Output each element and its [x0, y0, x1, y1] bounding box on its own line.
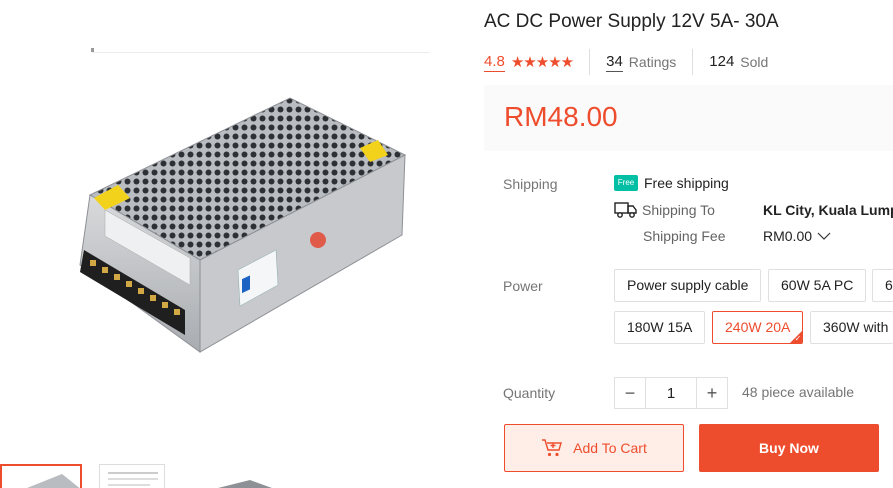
- product-stats: 4.8 ★★★★★ 34 Ratings 124 Sold: [484, 49, 769, 75]
- thumbnail-3[interactable]: [210, 464, 280, 488]
- quantity-decrease-button[interactable]: −: [614, 377, 646, 409]
- shipping-fee-row: Shipping Fee: [643, 228, 726, 244]
- free-shipping-icon: Free: [614, 175, 638, 191]
- shipping-to-value[interactable]: KL City, Kuala Lumpur: [763, 202, 893, 218]
- option-180w-15a[interactable]: 180W 15A: [614, 311, 706, 344]
- free-shipping-row: Free Free shipping: [614, 175, 729, 191]
- stock-available: 48 piece available: [742, 384, 855, 400]
- option-label: 240W 20A: [725, 319, 791, 335]
- quantity-increase-button[interactable]: +: [696, 377, 728, 409]
- product-title: AC DC Power Supply 12V 5A- 30A: [484, 11, 779, 32]
- shipping-fee-value-wrap[interactable]: RM0.00: [763, 228, 831, 244]
- shipping-label: Shipping: [503, 176, 558, 192]
- divider: [692, 49, 694, 75]
- thumbnail-strip: [0, 464, 450, 488]
- cart-plus-icon: [542, 439, 563, 457]
- add-to-cart-button[interactable]: Add To Cart: [504, 424, 684, 472]
- option-360w-with[interactable]: 360W with: [810, 311, 893, 344]
- rating-stars-icon: ★★★★★: [510, 54, 574, 71]
- product-main-image[interactable]: [60, 60, 430, 380]
- shipping-fee-label: Shipping Fee: [643, 228, 726, 244]
- option-60w-5a-pc[interactable]: 60W 5A PC: [768, 269, 867, 302]
- buy-now-button[interactable]: Buy Now: [699, 424, 879, 472]
- free-shipping-text: Free shipping: [644, 175, 729, 191]
- ratings-count[interactable]: 34: [606, 53, 623, 72]
- option-partial[interactable]: 6: [872, 269, 893, 302]
- quantity-label: Quantity: [503, 385, 556, 401]
- divider: [589, 49, 591, 75]
- shipping-to-row: Shipping To: [614, 201, 715, 219]
- checkmark-icon: ✓: [794, 334, 802, 343]
- quantity-input[interactable]: 1: [646, 377, 696, 409]
- thumbnail-2[interactable]: [99, 464, 165, 488]
- image-divider: [92, 52, 430, 53]
- price-panel: RM48.00: [484, 85, 893, 151]
- product-gallery: [0, 0, 450, 488]
- product-price: RM48.00: [504, 101, 618, 132]
- quantity-stepper: − 1 +: [614, 377, 728, 409]
- option-power-supply-cable[interactable]: Power supply cable: [614, 269, 762, 302]
- variation-label: Power: [503, 278, 543, 294]
- option-240w-20a-selected[interactable]: 240W 20A ✓: [712, 311, 804, 344]
- add-to-cart-label: Add To Cart: [573, 440, 647, 456]
- truck-icon: [614, 202, 637, 218]
- sold-count: 124: [709, 53, 735, 70]
- shipping-fee-value: RM0.00: [763, 228, 813, 244]
- sold-label: Sold: [740, 54, 769, 70]
- ratings-label: Ratings: [628, 54, 677, 70]
- thumbnail-1[interactable]: [0, 464, 82, 488]
- rating-value[interactable]: 4.8: [484, 53, 505, 72]
- shipping-to-label: Shipping To: [642, 202, 715, 218]
- chevron-down-icon: [817, 232, 831, 240]
